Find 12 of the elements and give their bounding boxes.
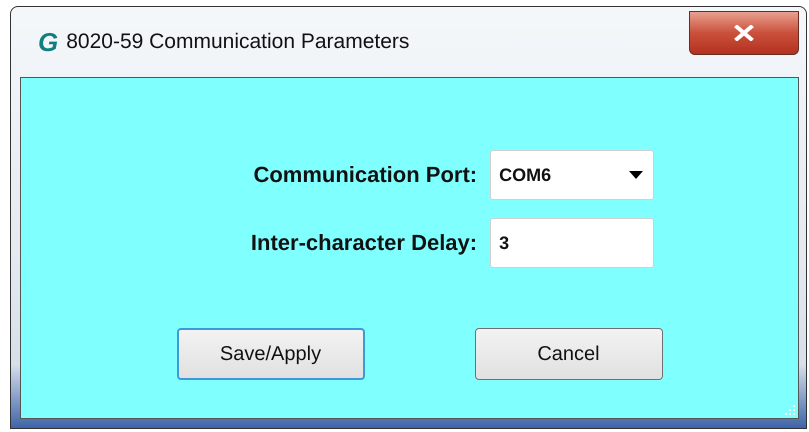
dialog-button[interactable]: Save/Apply (176, 328, 364, 380)
port-dropdown[interactable]: COM6 (490, 150, 654, 200)
window-title: 8020-59 Communication Parameters (66, 30, 410, 54)
dialog-button[interactable]: Cancel (474, 328, 662, 380)
dropdown-arrow-icon (629, 171, 644, 179)
close-icon (734, 25, 754, 41)
delay-input-field[interactable]: 3 (490, 218, 654, 268)
close-button[interactable] (689, 11, 799, 55)
field-label: Communication Port: (252, 162, 478, 188)
resize-grip-icon (784, 404, 796, 416)
field-label: Inter-character Delay: (250, 230, 478, 256)
app-logo: G (38, 26, 58, 58)
